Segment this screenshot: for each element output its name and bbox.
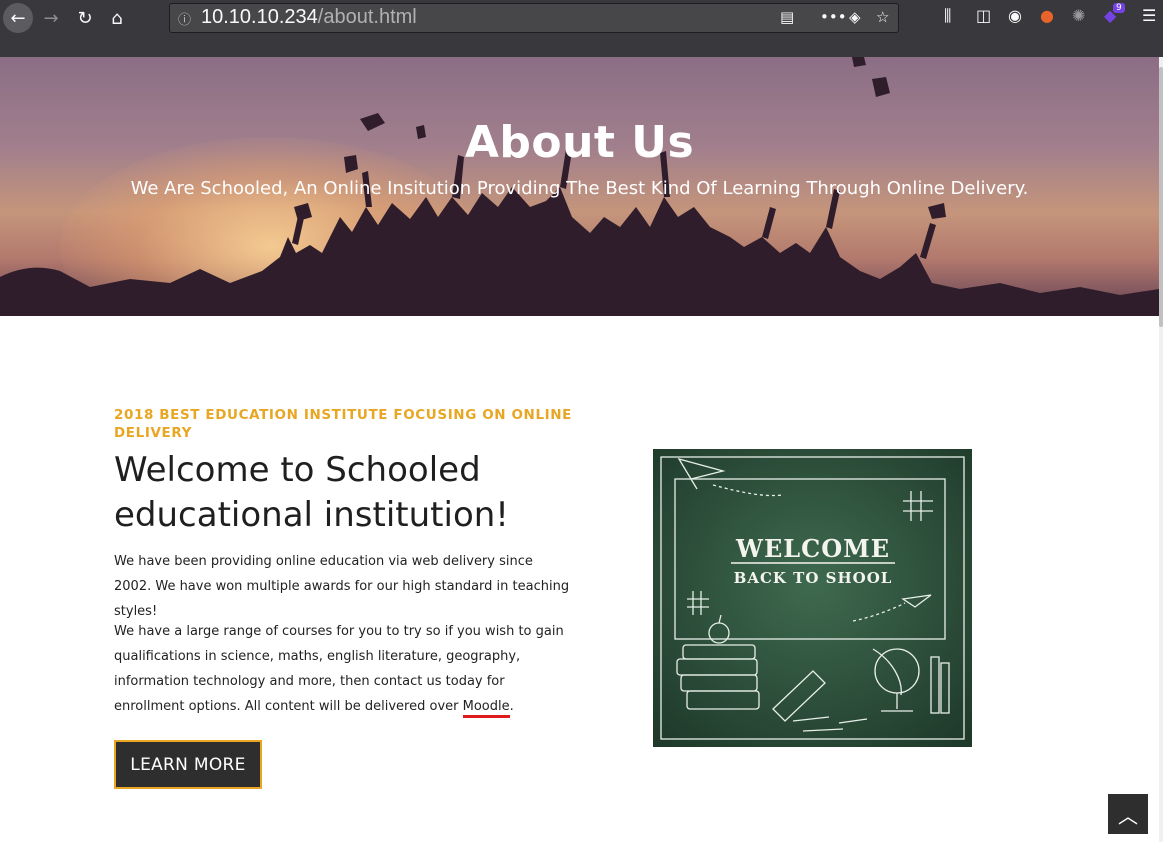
account-icon[interactable]: ◉ (1008, 6, 1022, 25)
page-scrollbar[interactable] (1159, 57, 1163, 842)
url-host: 10.10.10.234 (201, 6, 318, 28)
courses-text-end: . (509, 699, 514, 714)
extension-badge: 9 (1113, 3, 1125, 13)
hero-subtitle: We Are Schooled, An Online Insitution Pr… (130, 178, 1029, 199)
section-heading: Welcome to Schooled educational institut… (114, 450, 509, 535)
welcome-text: WELCOME (735, 534, 890, 563)
page-title: About Us (464, 117, 695, 168)
url-path: /about.html (317, 6, 417, 28)
url-text[interactable]: 10.10.10.234/about.html (201, 6, 417, 29)
page-actions-icon[interactable]: ••• (820, 8, 847, 26)
extension-fox-icon[interactable]: ● (1040, 6, 1054, 25)
section-kicker: 2018 BEST EDUCATION INSTITUTE FOCUSING O… (114, 407, 572, 441)
extension-web-icon[interactable]: ✺ (1072, 6, 1085, 25)
moodle-link[interactable]: Moodle (462, 699, 510, 718)
scrollbar-thumb[interactable] (1159, 67, 1163, 327)
back-icon[interactable]: ← (3, 3, 33, 33)
library-icon[interactable]: ⫼ (944, 6, 951, 26)
url-bar[interactable]: ⓘ 10.10.10.234/about.html ▤ ••• ◈ ☆ (169, 3, 899, 33)
chalkboard-illustration: WELCOME BACK TO SHOOL (653, 449, 972, 747)
scroll-to-top-button[interactable]: ︿ (1108, 794, 1148, 834)
reader-view-icon[interactable]: ▤ (780, 8, 794, 26)
reload-icon[interactable]: ↻ (70, 3, 100, 33)
courses-paragraph: We have a large range of courses for you… (114, 619, 574, 719)
pocket-icon[interactable]: ◈ (849, 8, 861, 26)
toolbar-strip (0, 35, 1163, 58)
back-to-school-text: BACK TO SHOOL (734, 569, 893, 587)
home-icon[interactable]: ⌂ (102, 3, 132, 33)
forward-icon[interactable]: → (36, 3, 66, 33)
menu-icon[interactable]: ☰ (1142, 6, 1156, 25)
learn-more-button[interactable]: LEARN MORE (114, 740, 262, 789)
sidebar-icon[interactable]: ◫ (976, 6, 991, 25)
chevron-up-icon: ︿ (1118, 803, 1138, 828)
hero-banner: About Us We Are Schooled, An Online Insi… (0, 57, 1159, 316)
browser-toolbar: ← → ↻ ⌂ ⓘ 10.10.10.234/about.html ▤ ••• … (0, 0, 1163, 58)
bookmark-star-icon[interactable]: ☆ (876, 8, 889, 26)
site-info-icon[interactable]: ⓘ (178, 9, 191, 28)
intro-paragraph: We have been providing online education … (114, 554, 570, 619)
welcome-back-image: WELCOME BACK TO SHOOL (653, 449, 972, 747)
